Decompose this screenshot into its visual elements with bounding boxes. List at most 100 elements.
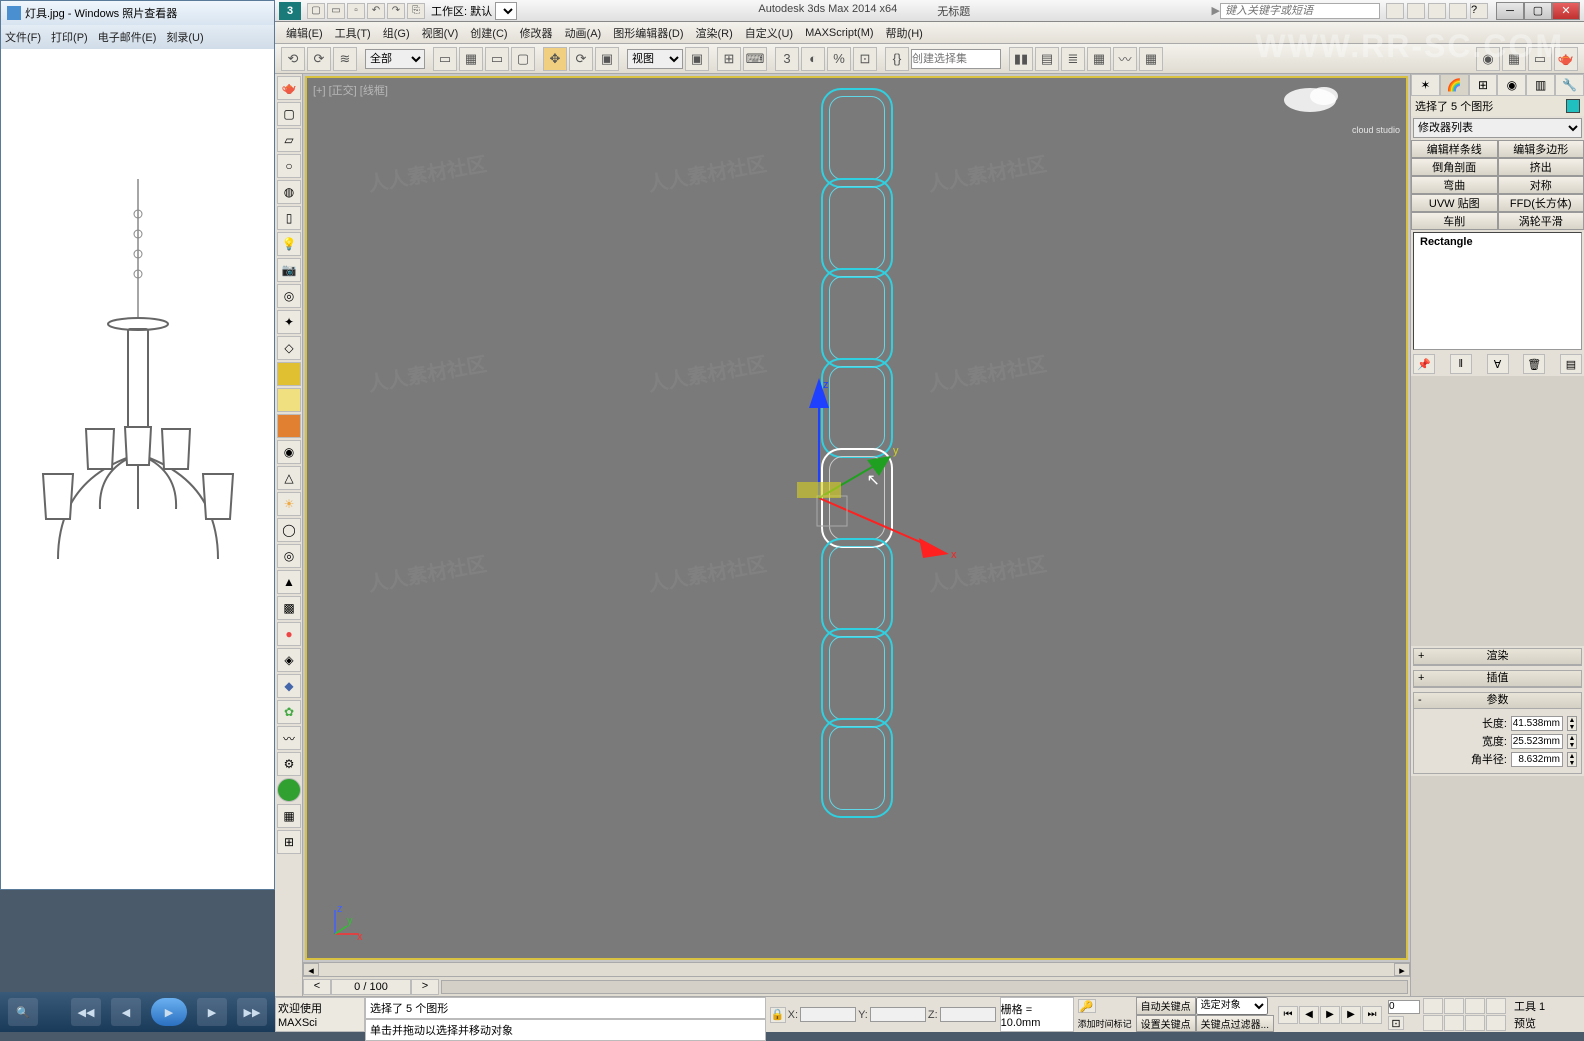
rock-icon[interactable]: ◆ <box>277 674 301 698</box>
refcoord-dropdown[interactable]: 视图 <box>627 49 683 69</box>
mod-turbosmooth[interactable]: 涡轮平滑 <box>1498 212 1584 230</box>
curveedit-icon[interactable]: 〰 <box>1113 47 1137 71</box>
mod-extrude[interactable]: 挤出 <box>1498 158 1584 176</box>
inf-icon[interactable] <box>1386 3 1404 19</box>
chain-link[interactable] <box>821 268 893 368</box>
add-time-tag[interactable]: 添加时间标记 <box>1078 1017 1132 1030</box>
tab-hierarchy-icon[interactable]: ⊞ <box>1469 74 1498 96</box>
cone-icon[interactable]: △ <box>277 466 301 490</box>
y-input[interactable] <box>870 1007 926 1022</box>
minmax2-icon[interactable] <box>1486 1015 1506 1031</box>
keyboard-icon[interactable]: ⌨ <box>743 47 767 71</box>
fov-icon[interactable] <box>1486 998 1506 1014</box>
menu-animation[interactable]: 动画(A) <box>562 25 605 41</box>
color-swatch[interactable] <box>1566 99 1580 113</box>
snap3d-icon[interactable]: 3 <box>775 47 799 71</box>
remove-icon[interactable]: 🗑 <box>1523 354 1545 374</box>
timeconfig-icon[interactable]: ⊡ <box>1388 1016 1404 1030</box>
rollout-interp[interactable]: +插值 <box>1413 670 1582 688</box>
percentsnap-icon[interactable]: % <box>827 47 851 71</box>
menu-print[interactable]: 打印(P) <box>51 29 88 45</box>
bind-icon[interactable]: ≋ <box>333 47 357 71</box>
lock-icon[interactable]: 🔒 <box>770 1007 786 1023</box>
taskbar-prev-icon[interactable]: ◀◀ <box>71 998 101 1026</box>
helper-icon[interactable]: ◎ <box>277 284 301 308</box>
mesh-icon[interactable]: ▩ <box>277 596 301 620</box>
light-icon[interactable]: 💡 <box>277 232 301 256</box>
menu-email[interactable]: 电子邮件(E) <box>98 29 157 45</box>
tab-create-icon[interactable]: ✶ <box>1411 74 1440 96</box>
swatch-lt-yellow[interactable] <box>277 388 301 412</box>
graphite-icon[interactable]: ▦ <box>1087 47 1111 71</box>
sphere-icon[interactable]: ○ <box>277 154 301 178</box>
swatch-yellow[interactable] <box>277 362 301 386</box>
chain-link[interactable] <box>821 178 893 278</box>
modifier-stack[interactable]: Rectangle <box>1413 232 1582 350</box>
keyfilter-button[interactable]: 关键点过滤器... <box>1196 1015 1274 1033</box>
menu-tools[interactable]: 工具(T) <box>332 25 374 41</box>
qat-link-icon[interactable]: ⎘ <box>407 3 425 19</box>
qat-redo-icon[interactable]: ↷ <box>387 3 405 19</box>
plane-icon[interactable]: ▱ <box>277 128 301 152</box>
rollout-render[interactable]: +渲染 <box>1413 648 1582 666</box>
particle-icon[interactable]: ✦ <box>277 310 301 334</box>
help-icon[interactable]: ? <box>1470 3 1488 19</box>
menu-burn[interactable]: 刻录(U) <box>166 29 203 45</box>
swatch-orange[interactable] <box>277 414 301 438</box>
layers-icon[interactable]: ≣ <box>1061 47 1085 71</box>
camera-icon[interactable]: 📷 <box>277 258 301 282</box>
sun-icon[interactable]: ☀ <box>277 492 301 516</box>
chain-link[interactable] <box>821 718 893 818</box>
taskbar-play-icon[interactable]: ▶ <box>151 998 187 1026</box>
chain-link[interactable] <box>821 628 893 728</box>
modifier-list-dropdown[interactable]: 修改器列表 <box>1413 118 1582 138</box>
anglesnap-icon[interactable]: ◐ <box>801 47 825 71</box>
spinner-icon[interactable]: ▲▼ <box>1567 752 1577 767</box>
taskbar-back-icon[interactable]: ◀ <box>111 998 141 1026</box>
max-logo-icon[interactable]: 3 <box>279 2 301 20</box>
play-icon[interactable]: ▶ <box>1320 1006 1340 1024</box>
manip-icon[interactable]: ⊞ <box>717 47 741 71</box>
menu-create[interactable]: 创建(C) <box>467 25 510 41</box>
chain-link[interactable] <box>821 88 893 188</box>
array-icon[interactable]: ⊞ <box>277 830 301 854</box>
menu-group[interactable]: 组(G) <box>380 25 413 41</box>
frame-input[interactable] <box>1388 1000 1420 1014</box>
ts-next-icon[interactable]: > <box>411 979 439 995</box>
link-icon[interactable]: ⟲ <box>281 47 305 71</box>
width-input[interactable] <box>1511 734 1563 749</box>
time-track[interactable] <box>441 980 1408 994</box>
ts-prev-icon[interactable]: < <box>303 979 331 995</box>
qat-open-icon[interactable]: ▭ <box>327 3 345 19</box>
stack-item[interactable]: Rectangle <box>1416 235 1579 249</box>
editselset-icon[interactable]: {} <box>885 47 909 71</box>
move-icon[interactable]: ✥ <box>543 47 567 71</box>
tab-modify-icon[interactable]: 🌈 <box>1440 74 1469 96</box>
mirror-icon[interactable]: ▮▮ <box>1009 47 1033 71</box>
pivot-icon[interactable]: ▣ <box>685 47 709 71</box>
inf-icon[interactable] <box>1428 3 1446 19</box>
orbit-icon[interactable] <box>1444 1015 1464 1031</box>
hedra-icon[interactable]: ◈ <box>277 648 301 672</box>
inf-icon[interactable] <box>1449 3 1467 19</box>
material-icon[interactable]: ◉ <box>277 440 301 464</box>
minmax-icon[interactable] <box>1465 1015 1485 1031</box>
goto-end-icon[interactable]: ⏭ <box>1362 1006 1382 1024</box>
menu-customize[interactable]: 自定义(U) <box>742 25 796 41</box>
key-icon[interactable]: 🔑 <box>1078 999 1096 1013</box>
space-icon[interactable]: ◇ <box>277 336 301 360</box>
mod-lathe[interactable]: 车削 <box>1411 212 1498 230</box>
tab-utilities-icon[interactable]: 🔧 <box>1555 74 1584 96</box>
maximize-button[interactable]: ▢ <box>1524 2 1552 20</box>
workspace-dropdown[interactable] <box>495 2 517 20</box>
named-selset-input[interactable] <box>911 49 1001 69</box>
menu-grapheditors[interactable]: 图形编辑器(D) <box>610 25 686 41</box>
align-icon[interactable]: ▤ <box>1035 47 1059 71</box>
inf-icon[interactable] <box>1407 3 1425 19</box>
qat-save-icon[interactable]: ▫ <box>347 3 365 19</box>
spinner-icon[interactable]: ▲▼ <box>1567 734 1577 749</box>
foliage-icon[interactable]: ✿ <box>277 700 301 724</box>
mod-editpoly[interactable]: 编辑多边形 <box>1498 140 1584 158</box>
viewport[interactable]: [+] [正交] [线框] cloud studio 人人素材社区 人人素材社区… <box>305 76 1408 960</box>
menu-view[interactable]: 视图(V) <box>419 25 462 41</box>
